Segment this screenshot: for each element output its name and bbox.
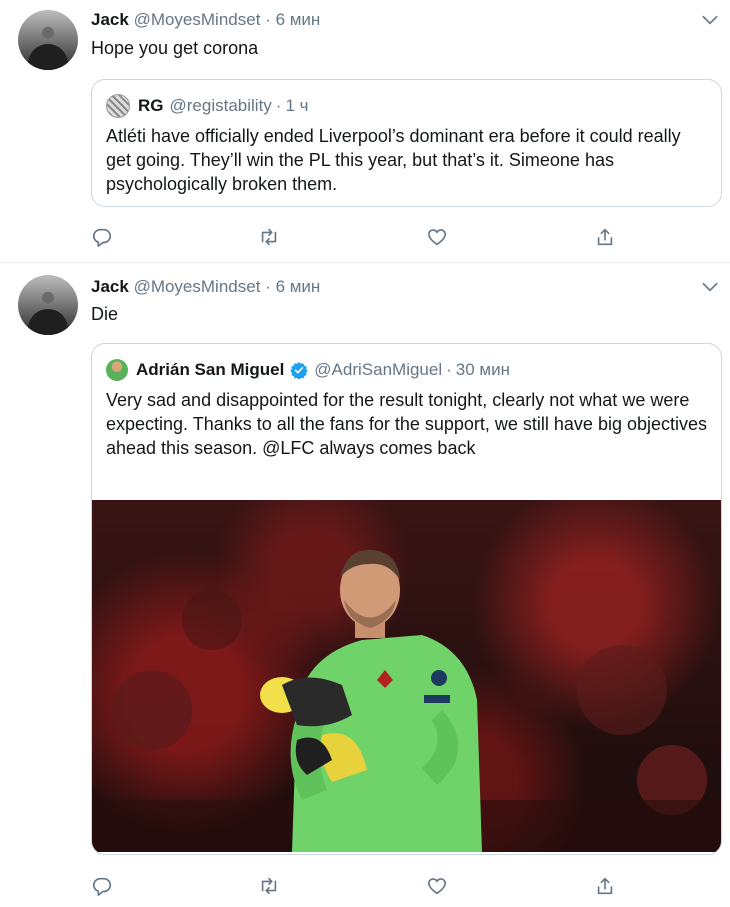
avatar[interactable] [18,10,78,70]
quoted-tweet[interactable]: RG @registability · 1 ч Atléti have offi… [91,79,722,207]
share-icon[interactable] [594,226,618,250]
tweet-header: Jack @MoyesMindset · 6 мин [91,277,320,299]
quoted-author-handle: @AdriSanMiguel [314,360,443,379]
reply-icon[interactable] [91,226,115,250]
timestamp[interactable]: 6 мин [276,10,321,29]
reply-icon[interactable] [91,875,115,899]
quoted-author-handle: @registability [169,96,272,115]
separator-dot: · [275,96,282,115]
tweet-text: Hope you get corona [91,38,259,58]
quoted-avatar [106,94,130,118]
separator-dot: · [446,360,452,379]
tweet[interactable]: Jack @MoyesMindset · 6 мин Hope you get … [0,0,730,263]
author-handle[interactable]: @MoyesMindset [134,277,261,296]
quoted-tweet-header: Adrián San Miguel @AdriSanMiguel · 30 ми… [106,358,514,382]
goalkeeper-photo-illustration [92,549,721,852]
separator-dot: · [265,10,271,29]
quoted-author-name: RG [138,96,164,115]
quoted-timestamp: 1 ч [285,96,309,115]
avatar[interactable] [18,275,78,335]
quoted-tweet-header: RG @registability · 1 ч [106,94,313,118]
chevron-down-icon[interactable] [700,10,720,30]
quoted-tweet-photo[interactable] [92,500,721,852]
quoted-author-name: Adrián San Miguel [136,360,285,379]
retweet-icon[interactable] [258,226,282,250]
author-name[interactable]: Jack [91,277,129,296]
like-icon[interactable] [426,226,450,250]
tweet-text: Die [91,304,119,324]
tweet-actions [91,226,621,250]
quoted-timestamp: 30 мин [455,360,511,379]
like-icon[interactable] [426,875,450,899]
separator-dot: · [265,277,271,296]
quoted-tweet[interactable]: Adrián San Miguel @AdriSanMiguel · 30 ми… [91,343,722,855]
quoted-tweet-text: Atléti have officially ended Liverpool’s… [106,126,681,194]
timestamp[interactable]: 6 мин [276,277,321,296]
chevron-down-icon[interactable] [700,277,720,297]
tweet-header: Jack @MoyesMindset · 6 мин [91,10,320,32]
verified-badge-icon [290,362,308,379]
quoted-avatar [106,359,128,381]
tweet-actions [91,875,621,899]
tweet[interactable]: Jack @MoyesMindset · 6 мин Die Adrián Sa… [0,263,730,907]
retweet-icon[interactable] [258,875,282,899]
author-name[interactable]: Jack [91,10,129,29]
share-icon[interactable] [594,875,618,899]
quoted-tweet-text: Very sad and disappointed for the result… [106,390,708,458]
author-handle[interactable]: @MoyesMindset [134,10,261,29]
